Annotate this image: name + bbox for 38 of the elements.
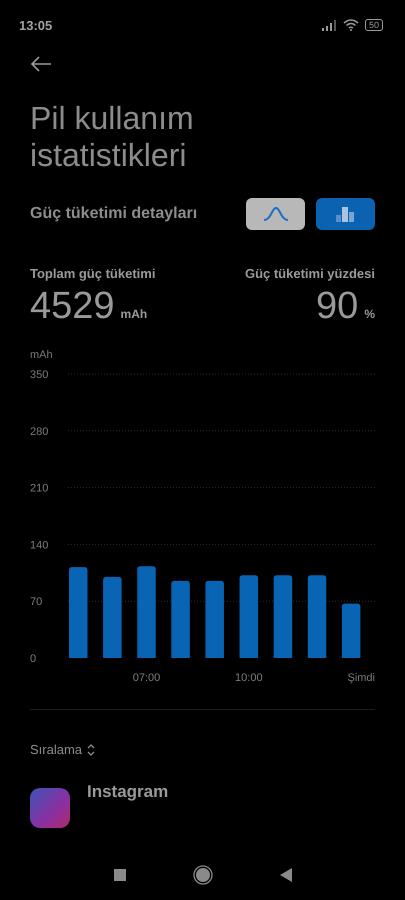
wifi-icon: [342, 19, 359, 31]
stat-unit: %: [364, 307, 375, 321]
curve-icon: [262, 207, 288, 221]
circle-icon: [192, 865, 212, 885]
app-name[interactable]: Instagram: [87, 782, 168, 828]
stat-label: Toplam güç tüketimi: [30, 266, 156, 281]
y-tick-label: 280: [30, 426, 48, 438]
x-tick-label: 07:00: [132, 672, 160, 684]
app-icon[interactable]: [30, 788, 70, 828]
battery-indicator: 50: [364, 19, 383, 31]
back-arrow-icon: [30, 56, 52, 72]
recents-button[interactable]: [114, 869, 126, 881]
y-tick-label: 350: [30, 369, 48, 381]
section-heading: Güç tüketimi detayları: [30, 205, 198, 223]
stat-unit: mAh: [120, 307, 148, 321]
chart-type-button[interactable]: [246, 198, 305, 230]
status-time: 13:05: [19, 18, 52, 32]
signal-icon: [322, 20, 337, 30]
back-nav-button[interactable]: [280, 868, 292, 882]
stat-value: 4529: [30, 285, 115, 328]
square-icon: [114, 869, 126, 881]
sort-button[interactable]: Sıralama: [30, 742, 96, 757]
sort-arrows-icon: [87, 744, 96, 756]
x-tick-label: Şimdi: [347, 672, 375, 684]
stat-label: Güç tüketimi yüzdesi: [244, 266, 375, 281]
stat-value: 90: [316, 285, 358, 328]
y-tick-label: 70: [30, 596, 42, 608]
x-tick-label: 10:00: [235, 672, 263, 684]
chart-type-button[interactable]: [316, 198, 375, 230]
bar: [342, 604, 360, 658]
page-title: Pil kullanım istatistikleri: [30, 100, 195, 174]
axis-unit: mAh: [30, 349, 53, 361]
y-tick-label: 210: [30, 482, 48, 495]
y-tick-label: 0: [30, 653, 36, 665]
triangle-icon: [280, 868, 292, 882]
y-tick-label: 140: [30, 539, 48, 552]
home-button[interactable]: [192, 865, 212, 885]
bar-chart-icon: [336, 206, 356, 222]
